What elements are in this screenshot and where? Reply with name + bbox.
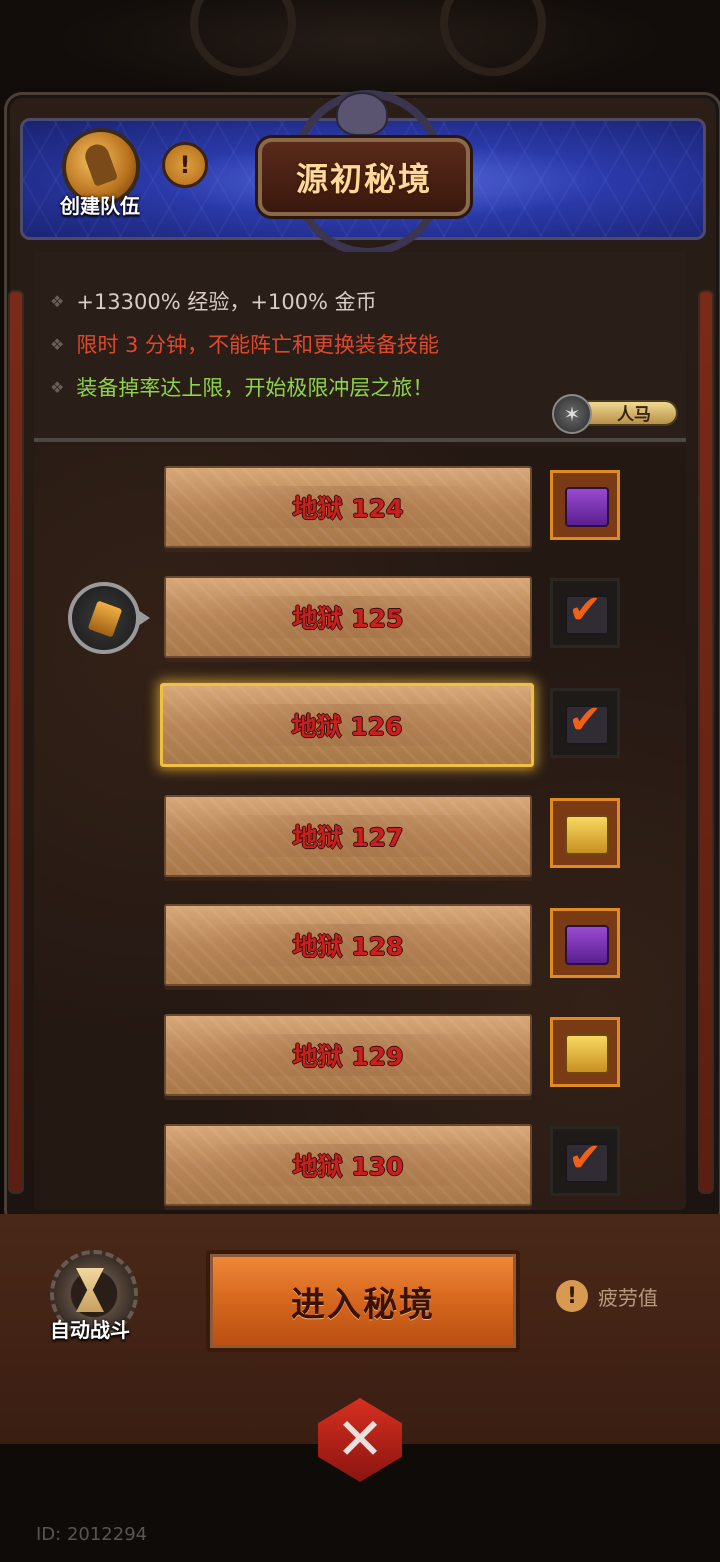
- checkmark-icon: ✔: [568, 1135, 602, 1181]
- level-label: 地狱 130: [292, 1152, 404, 1181]
- reward-chest-130[interactable]: ✔: [550, 1126, 620, 1196]
- star-icon: ✶: [552, 394, 592, 434]
- checkmark-icon: ✔: [568, 697, 602, 743]
- gold-chest-icon: [565, 815, 609, 855]
- close-button[interactable]: ✕: [318, 1398, 402, 1482]
- bullet-icon: ❖: [50, 377, 65, 397]
- drop-line: ❖ 装备掉率达上限，开始极限冲层之旅！: [50, 372, 433, 402]
- level-row-125[interactable]: 地狱 125: [164, 576, 532, 658]
- limit-line: ❖ 限时 3 分钟，不能阵亡和更换装备技能: [50, 329, 439, 359]
- create-team-button[interactable]: 创建队伍: [54, 128, 144, 224]
- reward-chest-129[interactable]: [550, 1017, 620, 1087]
- level-label: 地狱 128: [292, 932, 404, 961]
- level-row-126[interactable]: 地狱 126: [160, 683, 534, 767]
- ornament: [440, 0, 546, 76]
- level-row-130[interactable]: 地狱 130: [164, 1124, 532, 1206]
- level-label: 地狱 124: [292, 494, 404, 523]
- auto-battle-button[interactable]: 自动战斗: [40, 1250, 140, 1346]
- level-label: 地狱 127: [292, 823, 404, 852]
- mount-tag[interactable]: 人马 ✶: [552, 394, 680, 434]
- reward-chest-126[interactable]: ✔: [550, 688, 620, 758]
- level-row-127[interactable]: 地狱 127: [164, 795, 532, 877]
- warning-icon: !: [556, 1280, 588, 1312]
- enter-realm-label: 进入秘境: [291, 1284, 435, 1325]
- level-label: 地狱 125: [292, 604, 404, 633]
- level-label: 地狱 126: [291, 712, 403, 741]
- level-row-124[interactable]: 地狱 124: [164, 466, 532, 548]
- crystal-icon: [87, 600, 123, 638]
- skull-emblem-icon: [336, 92, 388, 136]
- limit-text: 限时 3 分钟，不能阵亡和更换装备技能: [76, 333, 440, 357]
- player-id: ID: 2012294: [36, 1524, 148, 1545]
- level-row-129[interactable]: 地狱 129: [164, 1014, 532, 1096]
- page-title: 源初秘境: [295, 160, 432, 198]
- reward-chest-125[interactable]: ✔: [550, 578, 620, 648]
- level-row-128[interactable]: 地狱 128: [164, 904, 532, 986]
- purple-chest-icon: [565, 925, 609, 965]
- left-rail: [8, 290, 24, 1194]
- reward-chest-124[interactable]: [550, 470, 620, 540]
- reward-chest-127[interactable]: [550, 798, 620, 868]
- current-position-marker: [68, 582, 150, 654]
- bullet-icon: ❖: [50, 291, 65, 311]
- right-rail: [698, 290, 714, 1194]
- checkmark-icon: ✔: [568, 587, 602, 633]
- bullet-icon: ❖: [50, 334, 65, 354]
- fatigue-indicator[interactable]: ! 疲劳值: [556, 1278, 658, 1314]
- create-team-label: 创建队伍: [60, 194, 140, 218]
- enter-realm-button[interactable]: 进入秘境: [206, 1250, 520, 1352]
- bonus-line: ❖ +13300% 经验，+100% 金币: [50, 286, 377, 316]
- bonus-text: +13300% 经验，+100% 金币: [76, 290, 377, 314]
- title-plate: 源初秘境: [258, 138, 470, 216]
- reward-chest-128[interactable]: [550, 908, 620, 978]
- auto-battle-label: 自动战斗: [50, 1318, 130, 1342]
- gold-chest-icon: [565, 1034, 609, 1074]
- fatigue-label: 疲劳值: [598, 1285, 658, 1310]
- drop-text: 装备掉率达上限，开始极限冲层之旅！: [76, 376, 434, 400]
- info-button[interactable]: !: [162, 142, 208, 188]
- close-icon: ✕: [335, 1405, 385, 1473]
- purple-chest-icon: [565, 487, 609, 527]
- level-label: 地狱 129: [292, 1042, 404, 1071]
- ornament: [190, 0, 296, 76]
